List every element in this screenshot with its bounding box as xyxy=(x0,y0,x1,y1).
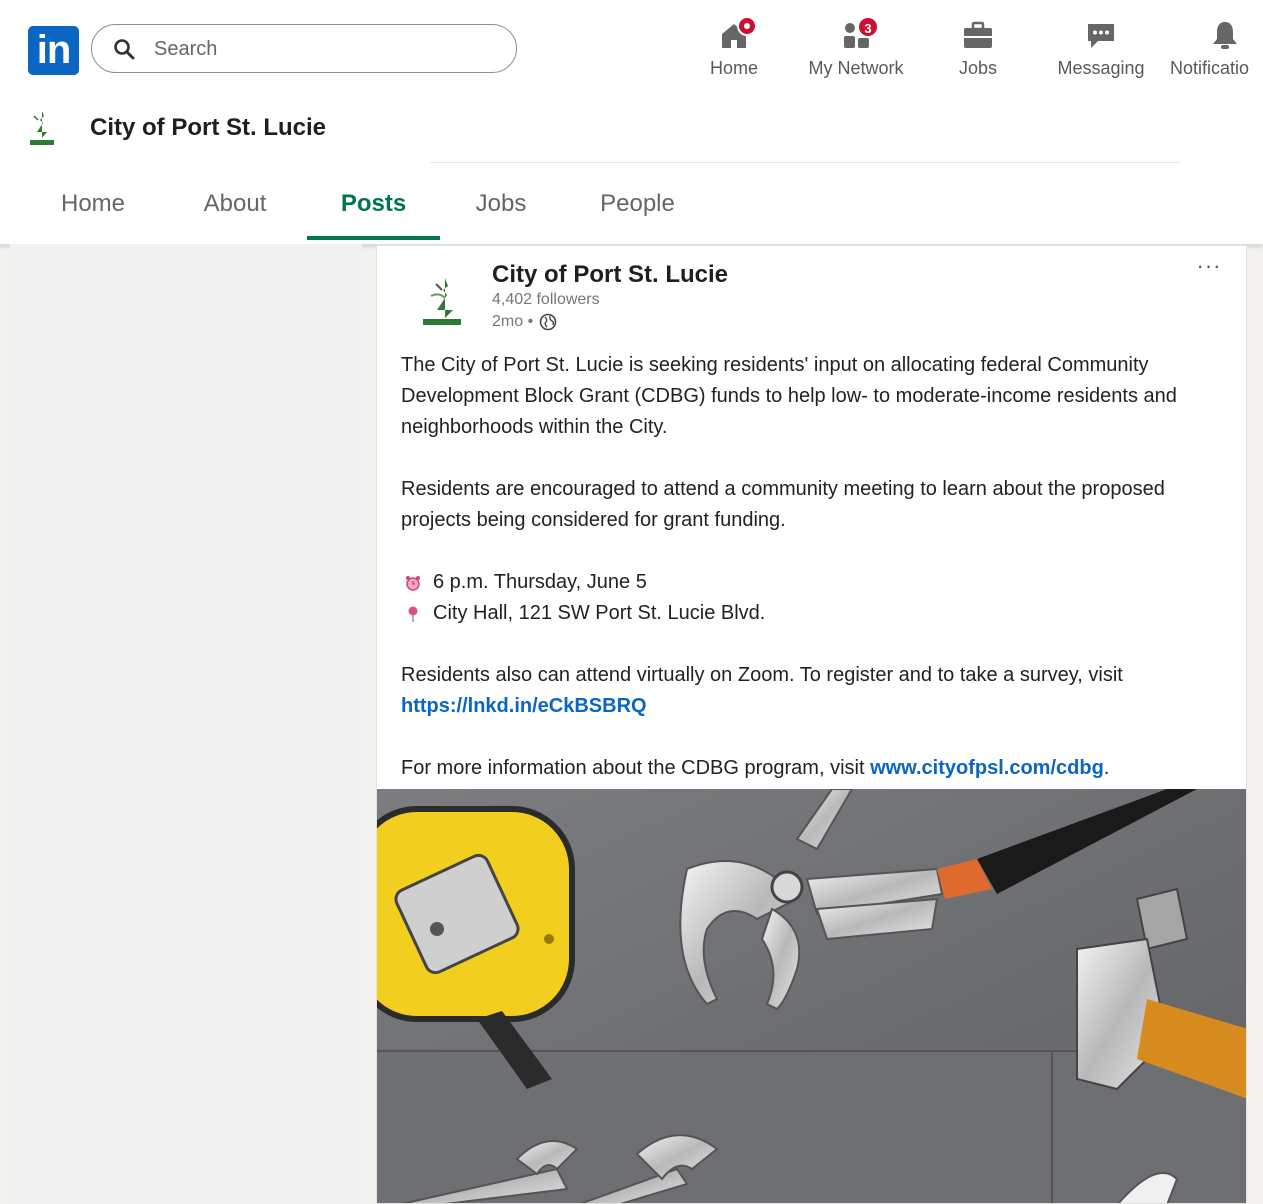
nav-home-label: Home xyxy=(709,58,758,78)
post-card: City of Port St. Lucie 4,402 followers 2… xyxy=(376,245,1247,1204)
tab-jobs[interactable]: Jobs xyxy=(463,180,539,240)
tab-home[interactable]: Home xyxy=(45,180,141,240)
post-paragraph-4: For more information about the CDBG prog… xyxy=(401,753,1231,784)
search-icon xyxy=(114,39,135,60)
search-input[interactable] xyxy=(152,33,496,65)
nav-home[interactable]: Home xyxy=(705,16,763,88)
notification-dot xyxy=(737,16,757,36)
cdbg-link[interactable]: www.cityofpsl.com/cdbg xyxy=(870,757,1104,779)
post-paragraph-3: Residents also can attend virtually on Z… xyxy=(401,660,1231,722)
post-paragraph-4-end: . xyxy=(1103,757,1110,779)
pushpin-icon xyxy=(408,606,418,622)
post-paragraph-3-text: Residents also can attend virtually on Z… xyxy=(401,664,1123,686)
more-options-button[interactable]: ··· xyxy=(1189,255,1229,282)
nav-jobs-label: Jobs xyxy=(958,58,998,78)
nav-my-network-label: My Network xyxy=(808,58,904,78)
post-paragraph-1: The City of Port St. Lucie is seeking re… xyxy=(401,354,1177,438)
company-tabs: Home About Posts Jobs People xyxy=(0,180,1263,242)
post-author-logo[interactable] xyxy=(409,268,475,330)
globe-icon xyxy=(539,313,557,331)
post-image[interactable] xyxy=(377,789,1247,1204)
nav-jobs[interactable]: Jobs xyxy=(950,18,1006,88)
header-divider xyxy=(430,162,1180,163)
tab-posts[interactable]: Posts xyxy=(307,180,440,240)
post-author-name[interactable]: City of Port St. Lucie xyxy=(492,261,728,289)
search-box[interactable] xyxy=(91,24,517,73)
nav-notifications[interactable]: Notificatio xyxy=(1170,18,1263,88)
tab-about[interactable]: About xyxy=(188,180,282,240)
post-time: 2mo • xyxy=(492,313,534,330)
bell-icon xyxy=(1208,18,1242,52)
post-body: The City of Port St. Lucie is seeking re… xyxy=(401,350,1231,784)
tab-people[interactable]: People xyxy=(585,180,690,240)
people-icon: 3 xyxy=(839,16,879,52)
network-badge: 3 xyxy=(857,16,879,38)
post-meta: 2mo • xyxy=(492,313,557,331)
event-place-line: City Hall, 121 SW Port St. Lucie Blvd. xyxy=(401,598,1231,629)
active-tab-indicator xyxy=(307,236,440,240)
left-column xyxy=(10,244,362,1204)
event-place: City Hall, 121 SW Port St. Lucie Blvd. xyxy=(433,602,766,624)
company-name[interactable]: City of Port St. Lucie xyxy=(90,114,326,142)
post-followers: 4,402 followers xyxy=(492,291,600,308)
company-header: City of Port St. Lucie Home About Posts … xyxy=(0,96,1263,245)
alarm-clock-icon xyxy=(406,575,420,591)
post-paragraph-4-text: For more information about the CDBG prog… xyxy=(401,757,871,779)
chat-icon xyxy=(1084,18,1118,52)
nav-messaging-label: Messaging xyxy=(1057,58,1145,78)
nav-messaging[interactable]: Messaging xyxy=(1055,18,1147,88)
linkedin-logo[interactable]: in xyxy=(28,26,79,75)
home-icon xyxy=(717,16,757,52)
register-link[interactable]: https://lnkd.in/eCkBSBRQ xyxy=(401,695,647,717)
event-time: 6 p.m. Thursday, June 5 xyxy=(433,571,647,593)
briefcase-icon xyxy=(961,18,995,52)
nav-notifications-label: Notificatio xyxy=(1170,58,1250,78)
city-logo[interactable] xyxy=(24,108,60,148)
post-paragraph-2: Residents are encouraged to attend a com… xyxy=(401,478,1165,531)
global-nav: in Home 3 My Network xyxy=(0,0,1263,96)
nav-my-network[interactable]: 3 My Network xyxy=(805,16,907,88)
event-time-line: 6 p.m. Thursday, June 5 xyxy=(401,567,1231,598)
